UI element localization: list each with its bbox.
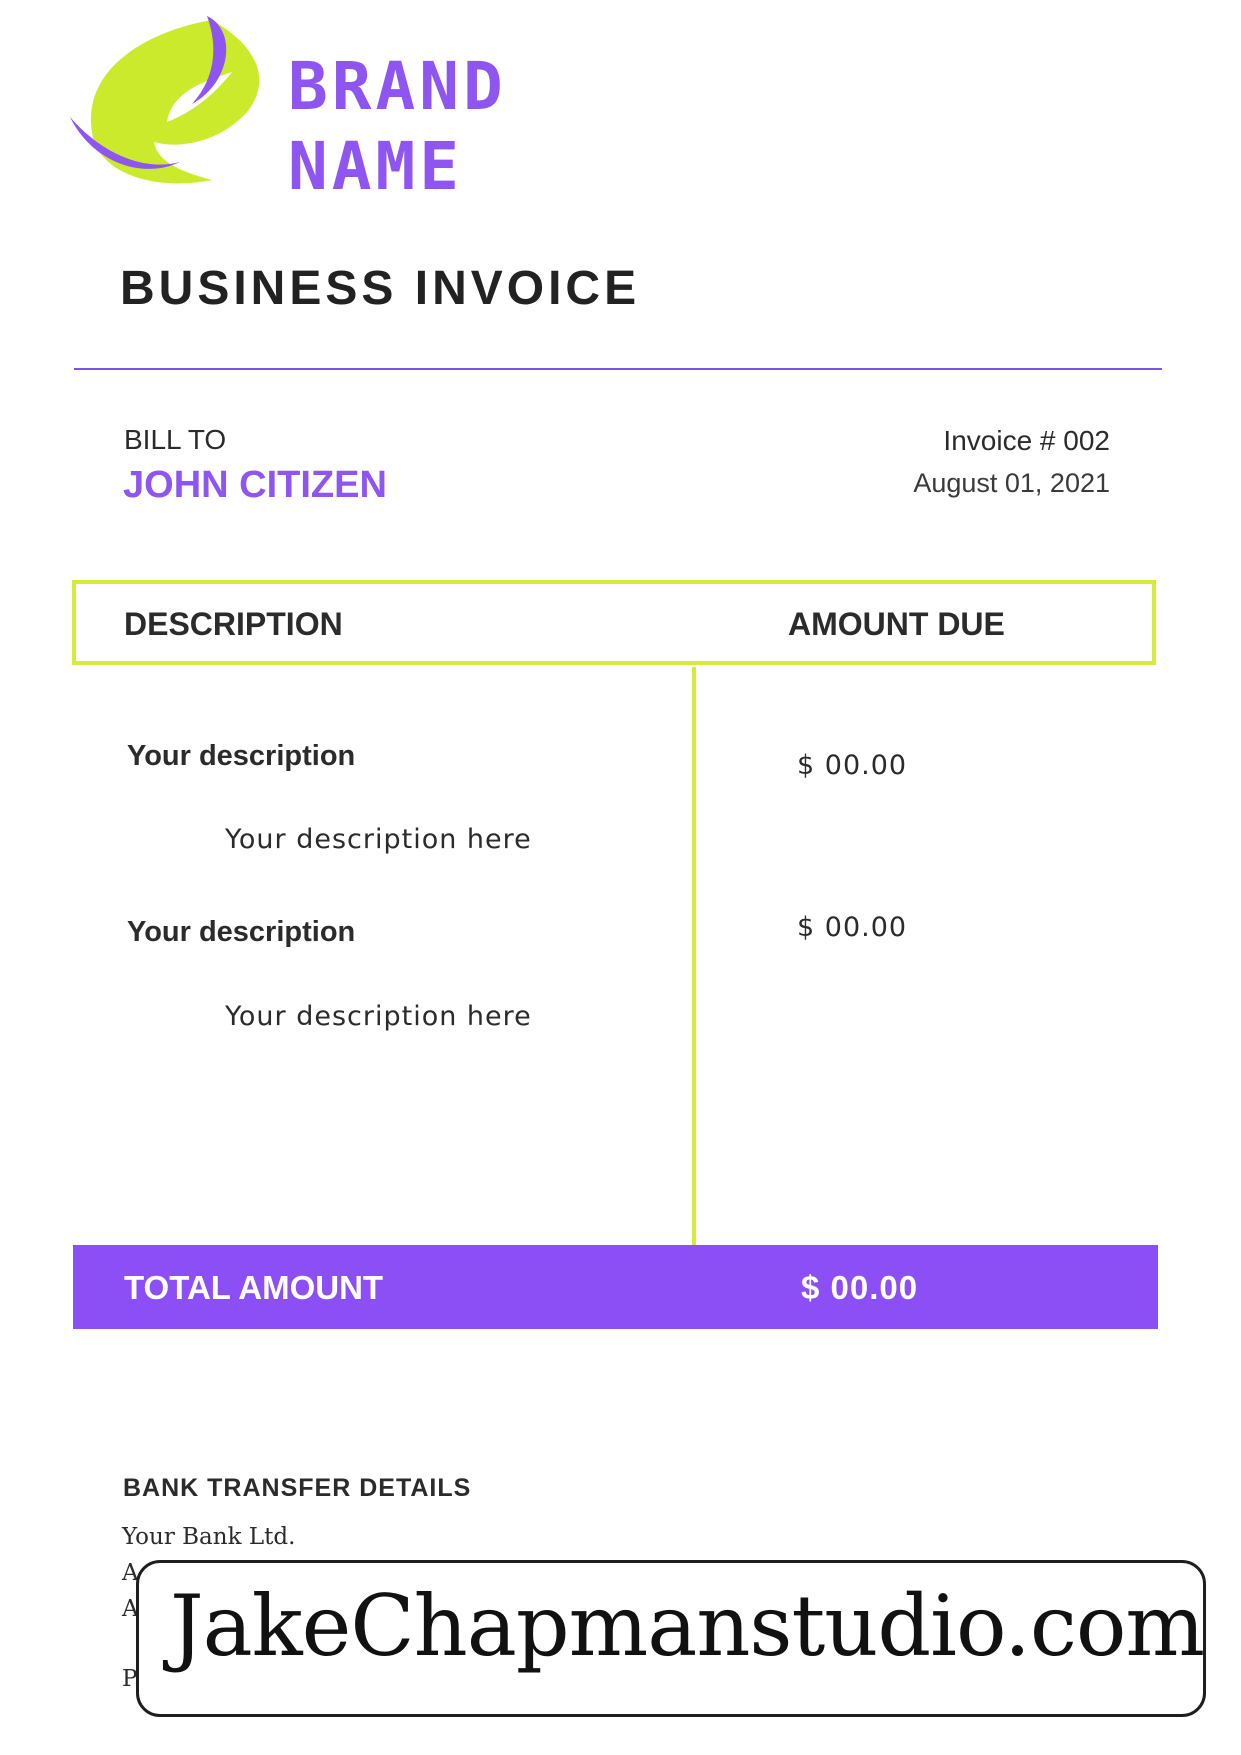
brand-name-line1: BRAND (288, 48, 507, 125)
watermark-text: JakeChapmanstudio.com (170, 1577, 1205, 1675)
header-divider (74, 368, 1162, 370)
line-item-title: Your description (127, 740, 356, 772)
bill-to-label: BILL TO (124, 424, 227, 455)
document-title: BUSINESS INVOICE (120, 262, 641, 315)
line-item-subtitle: Your description here (225, 824, 532, 855)
line-item-amount: $ 00.00 (797, 912, 908, 943)
total-value: $ 00.00 (801, 1269, 919, 1306)
column-header-amount: AMOUNT DUE (788, 606, 1005, 642)
total-label: TOTAL AMOUNT (124, 1269, 384, 1306)
column-divider (692, 667, 696, 1245)
leaf-logo-icon (70, 16, 260, 184)
line-item-title: Your description (127, 916, 356, 948)
line-item-amount: $ 00.00 (797, 750, 908, 781)
line-item-subtitle: Your description here (225, 1001, 532, 1032)
bank-details-heading: BANK TRANSFER DETAILS (123, 1474, 472, 1502)
client-name: JOHN CITIZEN (123, 464, 387, 506)
column-header-description: DESCRIPTION (124, 606, 343, 642)
bank-name: Your Bank Ltd. (122, 1524, 296, 1550)
brand-name-line2: NAME (288, 128, 463, 205)
invoice-date: August 01, 2021 (913, 468, 1110, 498)
invoice-number: Invoice # 002 (943, 425, 1110, 456)
